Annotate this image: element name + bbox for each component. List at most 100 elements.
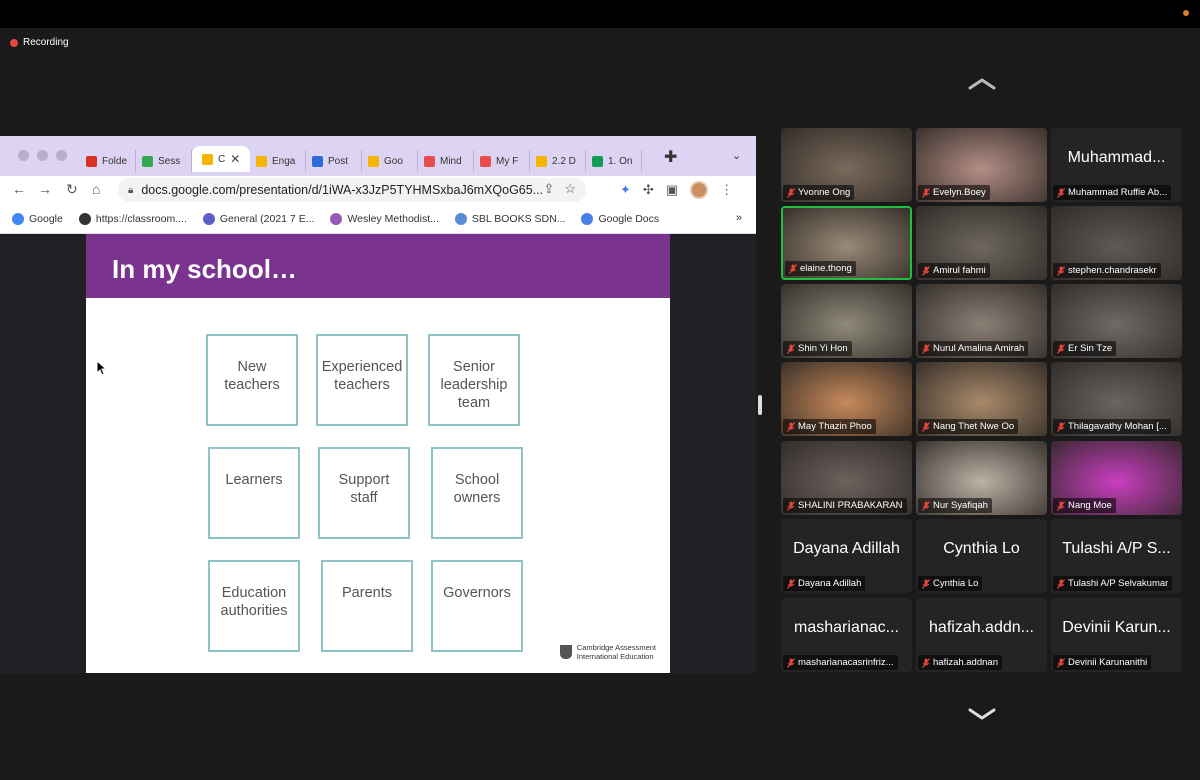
participant-name-tag: Cynthia Lo xyxy=(918,576,983,591)
tab-close-icon[interactable]: ✕ xyxy=(230,152,240,166)
gallery-next-button[interactable] xyxy=(966,706,998,722)
bookmark-item[interactable]: General (2021 7 E... xyxy=(202,212,314,225)
participant-tile[interactable]: Cynthia Lo Cynthia Lo xyxy=(916,519,1047,593)
bookmarks-more-button[interactable]: » xyxy=(736,212,742,224)
gallery-prev-button[interactable] xyxy=(966,76,998,92)
browser-tab[interactable]: 2.2 D xyxy=(530,150,586,172)
split-resize-handle[interactable] xyxy=(758,395,762,415)
shield-icon xyxy=(559,645,572,659)
participant-tile[interactable]: Yvonne Ong xyxy=(781,128,912,202)
browser-tab[interactable]: Post xyxy=(306,150,362,172)
extension-icon[interactable]: ✦ xyxy=(620,182,631,198)
tab-label: C xyxy=(218,153,226,165)
slide-box: Parents xyxy=(321,560,413,652)
new-tab-button[interactable]: ✚ xyxy=(664,147,677,167)
participant-name-tag: Evelyn.Boey xyxy=(918,185,990,200)
participant-tile[interactable]: Evelyn.Boey xyxy=(916,128,1047,202)
cambridge-logo: Cambridge Assessment International Educat… xyxy=(559,643,656,661)
slide-box-line: authorities xyxy=(220,603,288,619)
participant-tile[interactable]: Dayana Adillah Dayana Adillah xyxy=(781,519,912,593)
browser-tab[interactable]: Goo xyxy=(362,150,418,172)
home-icon[interactable]: ⌂ xyxy=(92,181,100,197)
participant-name: hafizah.addnan xyxy=(933,657,998,668)
participant-tile[interactable]: SHALINI PRABAKARAN xyxy=(781,441,912,515)
tab-label: Mind xyxy=(440,155,462,167)
back-icon[interactable]: ← xyxy=(12,181,26,197)
browser-tab[interactable]: Enga xyxy=(250,150,306,172)
browser-tab[interactable]: Folde xyxy=(80,150,136,172)
participant-tile[interactable]: hafizah.addn... hafizah.addnan xyxy=(916,598,1047,672)
muted-mic-icon xyxy=(789,263,797,274)
recording-indicator[interactable]: Recording xyxy=(10,37,69,48)
profile-avatar[interactable] xyxy=(690,181,709,199)
url-text: docs.google.com/presentation/d/1iWA-x3Jz… xyxy=(141,183,544,197)
participant-tile[interactable]: stephen.chandrasekr xyxy=(1051,206,1182,280)
participant-tile[interactable]: Nang Thet Nwe Oo xyxy=(916,362,1047,436)
participant-name: stephen.chandrasekr xyxy=(1068,265,1157,276)
participant-tile[interactable]: Thilagavathy Mohan [... xyxy=(1051,362,1182,436)
slide-box-line: teachers xyxy=(224,377,280,393)
browser-tab[interactable]: Sess xyxy=(136,150,192,172)
bookmark-item[interactable]: https://classroom.... xyxy=(78,212,187,225)
tab-label: Folde xyxy=(102,155,128,167)
bookmark-item[interactable]: Wesley Methodist... xyxy=(330,212,439,225)
participant-tile[interactable]: Nang Moe xyxy=(1051,441,1182,515)
participant-name: May Thazin Phoo xyxy=(798,421,872,432)
slide-box-line: Parents xyxy=(342,585,392,601)
bookmark-favicon-icon xyxy=(454,212,467,225)
participant-tile[interactable]: elaine.thong xyxy=(781,206,912,280)
tab-search-icon[interactable]: ⌄ xyxy=(732,149,741,162)
participant-tile[interactable]: May Thazin Phoo xyxy=(781,362,912,436)
browser-tab[interactable]: Mind xyxy=(418,150,474,172)
tab-label: 2.2 D xyxy=(552,155,576,167)
participant-name: Nurul Amalina Amirah xyxy=(933,343,1025,354)
sidebar-icon[interactable]: ▣ xyxy=(666,182,678,198)
bookmark-favicon-icon xyxy=(12,212,24,225)
muted-mic-icon xyxy=(787,187,795,198)
participant-name: Tulashi A/P Selvakumar xyxy=(1068,578,1169,589)
slide-box-line: leadership xyxy=(440,377,508,393)
bookmark-item[interactable]: Google Docs xyxy=(581,212,659,225)
participant-tile[interactable]: Tulashi A/P S... Tulashi A/P Selvakumar xyxy=(1051,519,1182,593)
participant-tile[interactable]: Nur Syafiqah xyxy=(916,441,1047,515)
muted-mic-icon xyxy=(1057,265,1065,276)
share-icon[interactable]: ⇪ xyxy=(543,181,554,197)
participant-tile[interactable]: Devinii Karun... Devinii Karunanithi xyxy=(1051,598,1182,672)
close-window-button[interactable] xyxy=(18,150,29,161)
participant-name-tag: stephen.chandrasekr xyxy=(1053,263,1161,278)
browser-tab[interactable]: C ✕ xyxy=(192,146,250,172)
bookmark-item[interactable]: Google xyxy=(12,212,63,225)
slide-box-line: Learners xyxy=(225,472,283,488)
participant-name: Er Sin Tze xyxy=(1068,343,1113,354)
slide: In my school… New teachers Experienced teac… xyxy=(86,234,670,673)
forward-icon[interactable]: → xyxy=(38,181,52,197)
browser-tab[interactable]: My F xyxy=(474,150,530,172)
participant-name-tag: Tulashi A/P Selvakumar xyxy=(1053,576,1173,591)
zoom-window-button[interactable] xyxy=(56,150,67,161)
participant-name-tag: elaine.thong xyxy=(785,261,856,276)
bookmark-item[interactable]: SBL BOOKS SDN... xyxy=(454,212,565,225)
bookmark-star-icon[interactable]: ☆ xyxy=(564,181,576,197)
participant-tile[interactable]: Er Sin Tze xyxy=(1051,284,1182,358)
muted-mic-icon xyxy=(922,578,930,589)
participant-tile[interactable]: masharianac... masharianacasrinfriz... xyxy=(781,598,912,672)
participant-name: masharianacasrinfriz... xyxy=(798,657,894,668)
minimize-window-button[interactable] xyxy=(37,150,48,161)
slide-box-line: Senior xyxy=(453,359,495,375)
browser-tab[interactable]: 1. On xyxy=(586,150,642,172)
participant-tile[interactable]: Nurul Amalina Amirah xyxy=(916,284,1047,358)
slide-header: In my school… xyxy=(86,234,670,298)
tab-favicon-icon xyxy=(312,155,323,167)
slide-box: Support staff xyxy=(318,447,410,539)
participant-tile[interactable]: Muhammad... Muhammad Ruffie Ab... xyxy=(1051,128,1182,202)
puzzle-icon[interactable]: ✣ xyxy=(643,182,654,198)
address-bar[interactable]: 🔒︎ docs.google.com/presentation/d/1iWA-x… xyxy=(118,178,586,202)
mouse-cursor-icon xyxy=(96,360,106,376)
participant-name-tag: Dayana Adillah xyxy=(783,576,866,591)
reload-icon[interactable]: ↻ xyxy=(66,181,78,198)
menu-icon[interactable]: ⋮ xyxy=(720,182,733,198)
participant-name: Evelyn.Boey xyxy=(933,187,986,198)
participant-name: Cynthia Lo xyxy=(933,578,979,589)
participant-tile[interactable]: Shin Yi Hon xyxy=(781,284,912,358)
participant-tile[interactable]: Amirul fahmi xyxy=(916,206,1047,280)
